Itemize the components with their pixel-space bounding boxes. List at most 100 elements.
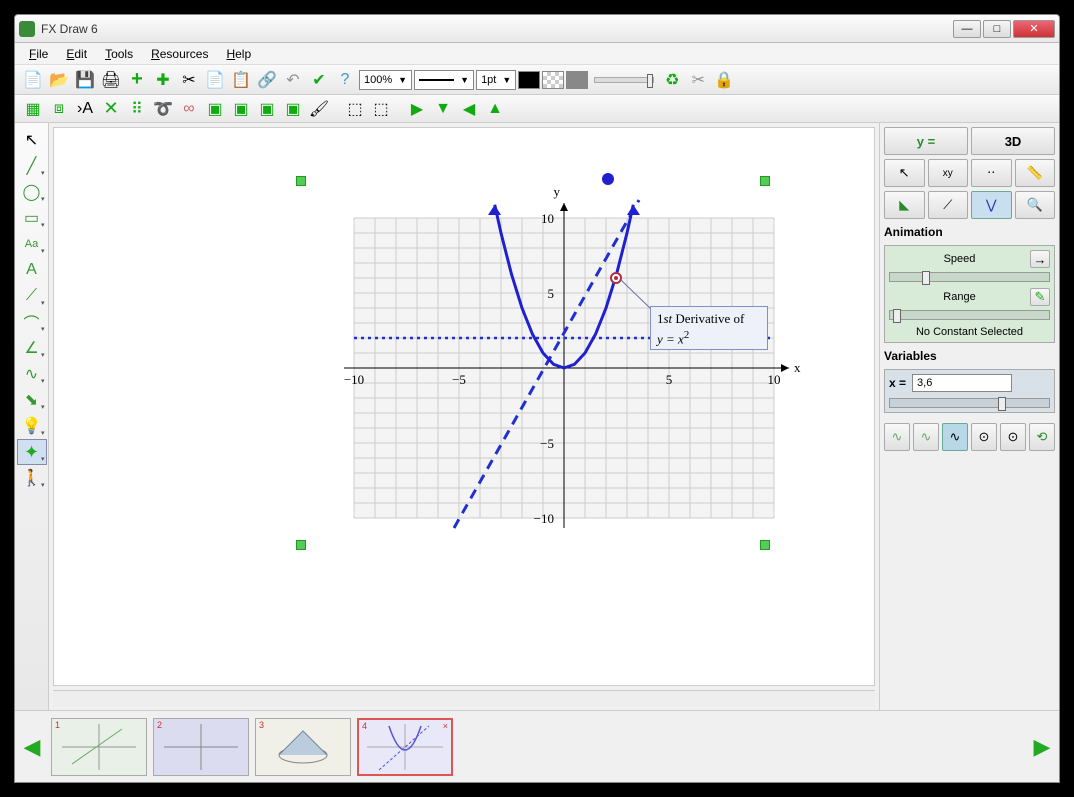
angle-tool[interactable]: ∠▾ xyxy=(17,335,47,361)
thumb-2[interactable]: 2 xyxy=(153,718,249,776)
minimize-button[interactable]: — xyxy=(953,20,981,38)
thumb-1[interactable]: 1 xyxy=(51,718,147,776)
layers3-button[interactable]: ▣ xyxy=(255,97,279,121)
x-button[interactable]: ✕ xyxy=(99,97,123,121)
curve-tool[interactable]: ⟋▾ xyxy=(17,283,47,309)
color-bg[interactable] xyxy=(566,71,588,89)
3d-button[interactable]: 3D xyxy=(971,127,1055,155)
prev-page-button[interactable]: ◀ xyxy=(19,718,45,776)
panel-pointer[interactable]: ↖ xyxy=(884,159,925,187)
arrow4-button[interactable]: ▲ xyxy=(483,97,507,121)
trace2-button[interactable]: ∿ xyxy=(913,423,939,451)
trace1-button[interactable]: ∿ xyxy=(884,423,910,451)
thumb-3[interactable]: 3 xyxy=(255,718,351,776)
color-fg[interactable] xyxy=(518,71,540,89)
trace5-button[interactable]: ⊙ xyxy=(1000,423,1026,451)
speed-slider[interactable] xyxy=(889,272,1050,282)
undo-button[interactable]: ↶ xyxy=(281,68,305,92)
trace4-button[interactable]: ⊙ xyxy=(971,423,997,451)
link-button[interactable]: 🔗 xyxy=(255,68,279,92)
canvas[interactable]: −10 −5 5 10 10 5 −5 −10 x y xyxy=(53,127,875,686)
animation-header: Animation xyxy=(884,223,1055,241)
group2-button[interactable]: ⬚ xyxy=(369,97,393,121)
zoom-select[interactable]: 100%▼ xyxy=(359,70,412,90)
panel-shade[interactable]: ◣ xyxy=(884,191,925,219)
yeq-button[interactable]: y = xyxy=(884,127,968,155)
help-button[interactable]: ? xyxy=(333,68,357,92)
opacity-slider[interactable] xyxy=(594,77,654,83)
menu-edit[interactable]: Edit xyxy=(58,45,95,63)
callout-box[interactable]: 1st Derivative of y = x2 xyxy=(650,306,768,350)
panel-tangent[interactable]: ⟋ xyxy=(928,191,969,219)
callout-line2: y = x2 xyxy=(657,328,761,348)
isogrid-button[interactable]: ⧈ xyxy=(47,97,71,121)
line-tool[interactable]: ╱▾ xyxy=(17,153,47,179)
color-pattern[interactable] xyxy=(542,71,564,89)
paste-button[interactable]: 📋 xyxy=(229,68,253,92)
var-x-input[interactable] xyxy=(912,374,1012,392)
arrow1-button[interactable]: ▶ xyxy=(405,97,429,121)
rect-tool[interactable]: ▭▾ xyxy=(17,205,47,231)
pointer-tool[interactable]: ↖ xyxy=(17,127,47,153)
horizontal-scrollbar[interactable] xyxy=(53,690,875,706)
var-x-slider[interactable] xyxy=(889,398,1050,408)
add-button[interactable]: + xyxy=(125,68,149,92)
trace3-button[interactable]: ∿ xyxy=(942,423,968,451)
open-button[interactable]: 📂 xyxy=(47,68,71,92)
dots-button[interactable]: ⠿ xyxy=(125,97,149,121)
grid-button[interactable]: ▦ xyxy=(21,97,45,121)
close-button[interactable]: ✕ xyxy=(1013,20,1055,38)
titlebar: FX Draw 6 — □ ✕ xyxy=(15,15,1059,43)
next-page-button[interactable]: ▶ xyxy=(1029,718,1055,776)
range-slider[interactable] xyxy=(889,310,1050,320)
menu-file[interactable]: File xyxy=(21,45,56,63)
layers2-button[interactable]: ▣ xyxy=(229,97,253,121)
layers1-button[interactable]: ▣ xyxy=(203,97,227,121)
new-button[interactable]: 📄 xyxy=(21,68,45,92)
lock-button[interactable]: 🔒 xyxy=(712,68,736,92)
circle-tool[interactable]: ◯▾ xyxy=(17,179,47,205)
save-button[interactable]: 💾 xyxy=(73,68,97,92)
group1-button[interactable]: ⬚ xyxy=(343,97,367,121)
linestyle-select[interactable]: ▼ xyxy=(414,70,474,90)
infinity-button[interactable]: ∞ xyxy=(177,97,201,121)
right-panel: y = 3D ↖ xy ⋅⋅ 📏 ◣ ⟋ ⋁ 🔍 Animation Speed… xyxy=(879,123,1059,710)
copy-button[interactable]: 📄 xyxy=(203,68,227,92)
cut-button[interactable]: ✂ xyxy=(177,68,201,92)
refresh-button[interactable]: ⟲ xyxy=(1029,423,1055,451)
maximize-button[interactable]: □ xyxy=(983,20,1011,38)
menu-help[interactable]: Help xyxy=(218,45,259,63)
arc-tool[interactable]: ⌒▾ xyxy=(17,309,47,335)
panel-axes[interactable]: xy xyxy=(928,159,969,187)
speed-play-button[interactable]: → xyxy=(1030,250,1050,268)
text-a-button[interactable]: ›A xyxy=(73,97,97,121)
add-page-button[interactable]: ✚ xyxy=(151,68,175,92)
thumb-4[interactable]: 4× xyxy=(357,718,453,776)
thumb-close-icon[interactable]: × xyxy=(443,721,448,731)
arrow3-button[interactable]: ◀ xyxy=(457,97,481,121)
person-tool[interactable]: 🚶▾ xyxy=(17,465,47,491)
diag-tool[interactable]: ⬊▾ xyxy=(17,387,47,413)
panel-zoom[interactable]: 🔍 xyxy=(1015,191,1056,219)
graph-tool[interactable]: ✦▾ xyxy=(17,439,47,465)
panel-ruler[interactable]: 📏 xyxy=(1015,159,1056,187)
recycle-button[interactable]: ♻ xyxy=(660,68,684,92)
svg-text:−5: −5 xyxy=(452,372,466,387)
texta-tool[interactable]: A xyxy=(17,257,47,283)
bulb-tool[interactable]: 💡▾ xyxy=(17,413,47,439)
menu-tools[interactable]: Tools xyxy=(97,45,141,63)
textaa-tool[interactable]: Aa▾ xyxy=(17,231,47,257)
panel-derivative[interactable]: ⋁ xyxy=(971,191,1012,219)
check-button[interactable]: ✔ xyxy=(307,68,331,92)
layers4-button[interactable]: ▣ xyxy=(281,97,305,121)
range-edit-button[interactable]: ✎ xyxy=(1030,288,1050,306)
brush-button[interactable]: 🖌 xyxy=(307,97,331,121)
print-button[interactable]: 🖨 xyxy=(99,68,123,92)
loop-button[interactable]: ➰ xyxy=(151,97,175,121)
spline-tool[interactable]: ∿▾ xyxy=(17,361,47,387)
menu-resources[interactable]: Resources xyxy=(143,45,216,63)
arrow2-button[interactable]: ▼ xyxy=(431,97,455,121)
scissors2-button[interactable]: ✂ xyxy=(686,68,710,92)
panel-points[interactable]: ⋅⋅ xyxy=(971,159,1012,187)
lineweight-select[interactable]: 1pt▼ xyxy=(476,70,516,90)
